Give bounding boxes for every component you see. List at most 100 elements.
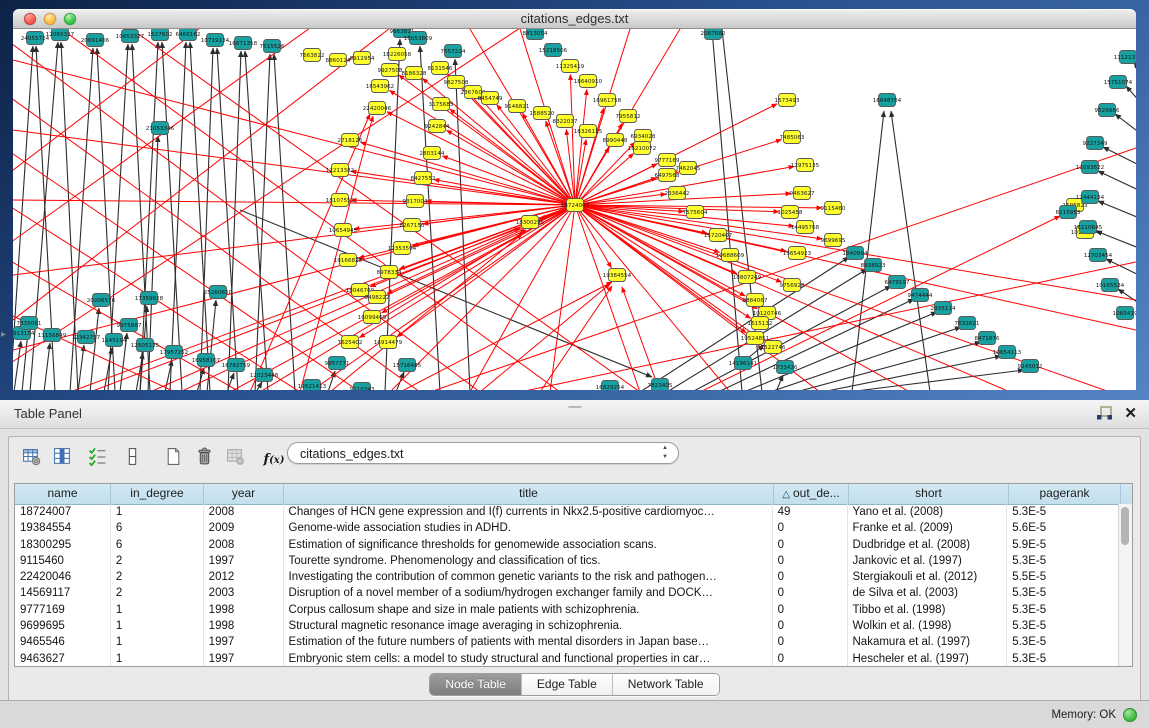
- graph-node-16671358[interactable]: 16671358: [229, 37, 258, 50]
- table-selector-dropdown[interactable]: citations_edges.txt ▲ ▼: [287, 442, 679, 464]
- graph-node-16829254[interactable]: 16829254: [596, 381, 625, 391]
- window-titlebar[interactable]: citations_edges.txt: [13, 9, 1136, 29]
- graph-node-7462045[interactable]: 7462045: [676, 162, 701, 175]
- graph-node-3175685[interactable]: 3175685: [429, 98, 454, 111]
- graph-node-12065327[interactable]: 12065327: [46, 29, 75, 41]
- graph-node-9884067[interactable]: 9884067: [743, 294, 768, 307]
- graph-node-9498222[interactable]: 9498222: [365, 291, 390, 304]
- function-builder-button[interactable]: f(x): [262, 446, 286, 472]
- graph-node-1840994[interactable]: 1840994: [843, 247, 868, 260]
- graph-node-12505135[interactable]: 12505135: [131, 339, 160, 352]
- column-header-year[interactable]: year: [204, 484, 284, 504]
- graph-node-13654923[interactable]: 13654923: [783, 247, 812, 260]
- graph-node-9975887[interactable]: 9975887: [117, 319, 142, 332]
- graph-node-8471876[interactable]: 8471876: [975, 332, 1000, 345]
- graph-node-6466162[interactable]: 6466162: [176, 29, 201, 41]
- table-row[interactable]: 2242004622012Investigating the contribut…: [15, 569, 1119, 585]
- graph-node-22420046[interactable]: 22420046: [363, 102, 392, 115]
- graph-node-8938923[interactable]: 8938923: [861, 259, 886, 272]
- column-header-in_degree[interactable]: in_degree: [111, 484, 204, 504]
- graph-node-15751074[interactable]: 15751074: [1104, 76, 1133, 89]
- network-canvas[interactable]: 1872400718300295193845547663822886012489…: [13, 29, 1136, 390]
- table-row[interactable]: 1938455462009Genome-wide association stu…: [15, 520, 1119, 536]
- table-row[interactable]: 946554611997Estimation of the future num…: [15, 634, 1119, 650]
- table-row[interactable]: 1872400712008Changes of HCN gene express…: [15, 504, 1119, 520]
- graph-node-7485063[interactable]: 7485063: [780, 131, 805, 144]
- graph-node-6934028[interactable]: 6934028: [631, 130, 656, 143]
- graph-node-8267150[interactable]: 8267150: [400, 219, 425, 232]
- table-row[interactable]: 946362711997Embryonic stem cells: a mode…: [15, 651, 1119, 667]
- new-column-button[interactable]: [161, 446, 185, 472]
- graph-node-8912954[interactable]: 8912954: [350, 52, 375, 65]
- graph-node-11121372[interactable]: 11121372: [1114, 51, 1136, 64]
- graph-node-9463627[interactable]: 9463627: [790, 187, 815, 200]
- graph-node-8978334[interactable]: 8978334: [377, 266, 402, 279]
- table-settings-button[interactable]: [19, 446, 43, 472]
- table-scrollbar[interactable]: [1118, 504, 1132, 666]
- graph-node-20206576[interactable]: 20206576: [87, 294, 116, 307]
- graph-node-16648784[interactable]: 16648784: [873, 94, 902, 107]
- graph-node-2336442[interactable]: 2336442: [665, 187, 690, 200]
- table-row[interactable]: 1830029562008Estimation of significance …: [15, 537, 1119, 553]
- graph-node-20691406[interactable]: 20691406: [81, 34, 110, 47]
- panel-collapse-arrow[interactable]: ▸: [1, 329, 6, 340]
- tab-node-table[interactable]: Node Table: [430, 674, 522, 695]
- graph-node-11325419[interactable]: 11325419: [556, 60, 585, 73]
- zoom-window-icon[interactable]: [64, 13, 76, 25]
- graph-node-7557224[interactable]: 7557224: [441, 45, 466, 58]
- panel-resize-handle[interactable]: [568, 401, 582, 408]
- minimize-window-icon[interactable]: [44, 13, 56, 25]
- graph-node-9242844[interactable]: 9242844: [425, 120, 450, 133]
- delete-columns-button[interactable]: [192, 446, 216, 472]
- graph-node-14495768[interactable]: 14495768: [791, 221, 820, 234]
- graph-node-1573493[interactable]: 1573493: [775, 94, 800, 107]
- graph-node-19384554[interactable]: 19384554: [603, 269, 632, 282]
- table-row[interactable]: 969969511998Structural magnetic resonanc…: [15, 618, 1119, 634]
- graph-node-8813054[interactable]: 8813054: [523, 29, 548, 40]
- graph-node-19521413[interactable]: 19521413: [298, 380, 327, 391]
- graph-node-8131546[interactable]: 8131546: [428, 62, 453, 75]
- graph-node-1527602[interactable]: 1527602: [148, 29, 173, 41]
- graph-node-8322037[interactable]: 8322037: [553, 115, 578, 128]
- graph-node-9474444[interactable]: 9474444: [908, 289, 933, 302]
- graph-node-9317004[interactable]: 9317004: [403, 195, 428, 208]
- graph-node-7625402[interactable]: 7625402: [338, 336, 363, 349]
- graph-node-7515526[interactable]: 7515526: [260, 40, 285, 53]
- column-checklist-button[interactable]: [85, 446, 109, 472]
- graph-node-1065419[interactable]: 1065419: [1113, 307, 1136, 320]
- graph-node-10653327[interactable]: 10653327: [116, 30, 145, 43]
- column-header-pagerank[interactable]: pagerank: [1009, 484, 1121, 504]
- graph-node-7575604[interactable]: 7575604: [683, 206, 708, 219]
- graph-node-8454749[interactable]: 8454749: [478, 92, 503, 105]
- graph-node-9146821[interactable]: 9146821: [505, 100, 530, 113]
- graph-node-8427552[interactable]: 8427552: [411, 172, 436, 185]
- graph-node-1145194[interactable]: 1145194: [102, 334, 127, 347]
- float-window-icon[interactable]: [1096, 406, 1113, 423]
- table-row[interactable]: 911546021997Tourette syndrome. Phenomeno…: [15, 553, 1119, 569]
- graph-node-9699695[interactable]: 9699695: [821, 234, 846, 247]
- memory-status-icon[interactable]: [1123, 708, 1137, 722]
- tab-edge-table[interactable]: Edge Table: [522, 674, 613, 695]
- tab-network-table[interactable]: Network Table: [613, 674, 719, 695]
- graph-node-9777169[interactable]: 9777169: [655, 154, 680, 167]
- column-header-name[interactable]: name: [15, 484, 111, 504]
- graph-node-18226058[interactable]: 18226058: [383, 48, 412, 61]
- graph-node-15716485[interactable]: 15716485: [393, 359, 422, 372]
- table-row[interactable]: 1456911722003Disruption of a novel membe…: [15, 585, 1119, 601]
- graph-node-9115460[interactable]: 9115460: [821, 202, 846, 215]
- close-window-icon[interactable]: [24, 13, 36, 25]
- graph-node-7955812[interactable]: 7955812: [616, 110, 641, 123]
- graph-node-19166825[interactable]: 19166825: [334, 254, 363, 267]
- graph-node-16958107[interactable]: 16958107: [192, 354, 221, 367]
- graph-node-7632621[interactable]: 7632621: [955, 317, 980, 330]
- graph-node-2803144[interactable]: 2803144: [420, 147, 445, 160]
- graph-node-1615132[interactable]: 1615132: [748, 317, 773, 330]
- scrollbar-thumb[interactable]: [1121, 507, 1129, 545]
- table-row[interactable]: 977716911998Corpus callosum shape and si…: [15, 602, 1119, 618]
- graph-node-2718126[interactable]: 2718126: [338, 134, 363, 147]
- graph-node-7663822[interactable]: 7663822: [300, 49, 325, 62]
- column-header-short[interactable]: short: [849, 484, 1009, 504]
- select-column-button[interactable]: [50, 446, 74, 472]
- graph-node-9245012[interactable]: 9245012: [1018, 360, 1043, 373]
- graph-node-10719134[interactable]: 10719134: [201, 34, 230, 47]
